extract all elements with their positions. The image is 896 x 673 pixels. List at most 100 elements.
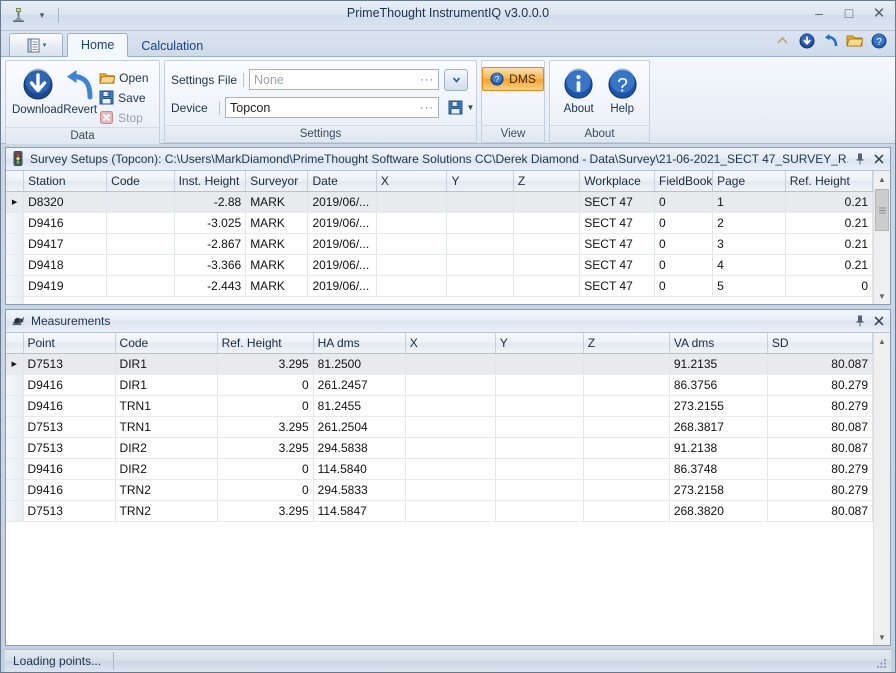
open-folder-icon[interactable] <box>846 32 863 49</box>
cell-y <box>495 353 584 375</box>
device-browse-button[interactable]: ··· <box>414 102 434 114</box>
col-ref-height[interactable]: Ref. Height <box>217 333 314 354</box>
resize-grip-icon[interactable] <box>874 656 888 670</box>
scroll-down-arrow[interactable]: ▼ <box>874 629 890 645</box>
col-va-dms[interactable]: VA dms <box>669 333 768 354</box>
cell-page: 5 <box>712 275 786 297</box>
col-code[interactable]: Code <box>106 171 175 192</box>
about-button[interactable]: About <box>556 65 601 115</box>
col-surveyor[interactable]: Surveyor <box>245 171 309 192</box>
application-menu-button[interactable]: ▾ <box>9 33 63 56</box>
settings-file-label: Settings File <box>171 72 244 87</box>
measurements-panel-header[interactable]: Measurements <box>6 310 890 333</box>
scroll-up-arrow[interactable]: ▲ <box>874 171 890 187</box>
survey-setups-panel-header[interactable]: Survey Setups (Topcon): C:\Users\MarkDia… <box>6 148 890 171</box>
device-input[interactable]: Topcon ··· <box>225 97 439 118</box>
cell-code: DIR2 <box>115 437 218 459</box>
col-y[interactable]: Y <box>446 171 514 192</box>
settings-file-input[interactable]: None ··· <box>249 69 439 90</box>
table-row[interactable]: ▶ D8320 -2.88 MARK 2019/06/... SECT 47 0… <box>6 191 873 213</box>
col-date[interactable]: Date <box>307 171 377 192</box>
col-workplace[interactable]: Workplace <box>579 171 655 192</box>
col-z[interactable]: Z <box>583 333 670 354</box>
col-ref-height[interactable]: Ref. Height <box>785 171 873 192</box>
save-button[interactable]: Save <box>97 88 153 107</box>
table-row[interactable]: D9417 -2.867 MARK 2019/06/... SECT 47 0 <box>6 233 873 255</box>
col-ha-dms[interactable]: HA dms <box>313 333 406 354</box>
dms-toggle-button[interactable]: ? DMS <box>482 67 544 91</box>
qat-separator <box>58 7 59 23</box>
cell-code: TRN2 <box>115 479 218 501</box>
col-z[interactable]: Z <box>513 171 581 192</box>
maximize-button[interactable]: □ <box>839 3 859 23</box>
col-y[interactable]: Y <box>495 333 584 354</box>
stop-button[interactable]: Stop <box>97 108 153 127</box>
help-button[interactable]: ? Help <box>601 65 643 115</box>
close-button[interactable]: ✕ <box>869 3 889 23</box>
help-icon[interactable]: ? <box>870 32 887 49</box>
cell-date: 2019/06/... <box>307 233 377 255</box>
svg-text:?: ? <box>617 74 628 96</box>
pin-icon[interactable] <box>853 151 867 167</box>
table-row[interactable]: ▶ D7513 DIR1 3.295 81.2500 91.2135 80.08… <box>6 353 873 375</box>
tab-home[interactable]: Home <box>67 33 129 57</box>
cell-y <box>495 395 584 417</box>
settings-file-browse-button[interactable]: ··· <box>414 74 434 86</box>
scroll-up-arrow[interactable]: ▲ <box>874 333 890 349</box>
table-row[interactable]: D9416 TRN2 0 294.5833 273.2158 80.279 <box>6 479 873 501</box>
scroll-down-arrow[interactable]: ▼ <box>874 288 890 304</box>
empty-cell <box>23 296 873 304</box>
download-icon[interactable] <box>798 32 815 49</box>
tab-calculation[interactable]: Calculation <box>128 36 216 57</box>
table-row[interactable]: D7513 TRN2 3.295 114.5847 268.3820 80.08… <box>6 500 873 522</box>
col-x[interactable]: X <box>405 333 496 354</box>
col-sd[interactable]: SD <box>767 333 873 354</box>
cell-y <box>446 233 514 255</box>
col-code[interactable]: Code <box>115 333 218 354</box>
measurements-table: Point Code Ref. Height HA dms X Y Z VA d… <box>6 333 873 522</box>
pin-icon[interactable] <box>853 313 867 329</box>
cell-va-dms: 91.2138 <box>669 437 768 459</box>
col-station[interactable]: Station <box>23 171 108 192</box>
svg-text:?: ? <box>876 37 882 48</box>
settings-file-dropdown-button[interactable] <box>444 68 468 91</box>
table-row[interactable]: D9416 -3.025 MARK 2019/06/... SECT 47 0 <box>6 212 873 234</box>
minimize-button[interactable]: – <box>809 3 829 23</box>
qat-customize-button[interactable]: ▾ <box>31 5 53 26</box>
scroll-track[interactable] <box>874 187 890 288</box>
col-fieldbook[interactable]: FieldBook <box>654 171 714 192</box>
cell-date: 2019/06/... <box>307 254 377 276</box>
measurements-scrollbar[interactable]: ▲ ▼ <box>873 333 890 645</box>
table-row[interactable]: D7513 TRN1 3.295 261.2504 268.3817 80.08… <box>6 416 873 438</box>
table-row[interactable]: D9416 DIR1 0 261.2457 86.3756 80.279 <box>6 374 873 396</box>
revert-icon[interactable] <box>822 32 839 49</box>
device-save-split-button[interactable]: ▼ <box>444 97 478 119</box>
open-button[interactable]: Open <box>97 68 153 87</box>
col-x[interactable]: X <box>376 171 448 192</box>
close-icon[interactable] <box>872 151 886 167</box>
cell-point: D9416 <box>23 374 116 396</box>
chevron-down-icon[interactable]: ▼ <box>467 103 475 112</box>
table-row[interactable]: D9416 DIR2 0 114.5840 86.3748 80.279 <box>6 458 873 480</box>
table-row[interactable]: D9419 -2.443 MARK 2019/06/... SECT 47 0 <box>6 275 873 297</box>
scroll-track[interactable] <box>874 349 890 629</box>
col-inst-height[interactable]: Inst. Height <box>174 171 247 192</box>
title-bar: ▾ PrimeThought InstrumentIQ v3.0.0.0 – □… <box>1 1 895 31</box>
cell-va-dms: 273.2155 <box>669 395 768 417</box>
ribbon-group-data-label: Data <box>6 127 159 144</box>
cell-ref-height: 0 <box>217 395 314 417</box>
col-point[interactable]: Point <box>23 333 116 354</box>
cell-code: DIR1 <box>115 353 218 375</box>
collapse-ribbon-icon[interactable] <box>774 32 791 49</box>
table-row[interactable]: D9418 -3.366 MARK 2019/06/... SECT 47 0 <box>6 254 873 276</box>
download-button[interactable]: Download <box>12 65 63 116</box>
cell-z <box>513 254 581 276</box>
app-icon[interactable] <box>7 5 29 26</box>
scroll-thumb[interactable] <box>875 189 889 231</box>
table-row[interactable]: D7513 DIR2 3.295 294.5838 91.2138 80.087 <box>6 437 873 459</box>
col-page[interactable]: Page <box>712 171 786 192</box>
close-icon[interactable] <box>872 313 886 329</box>
table-row[interactable]: D9416 TRN1 0 81.2455 273.2155 80.279 <box>6 395 873 417</box>
revert-button[interactable]: Revert <box>63 65 97 116</box>
survey-setups-scrollbar[interactable]: ▲ ▼ <box>873 171 890 304</box>
